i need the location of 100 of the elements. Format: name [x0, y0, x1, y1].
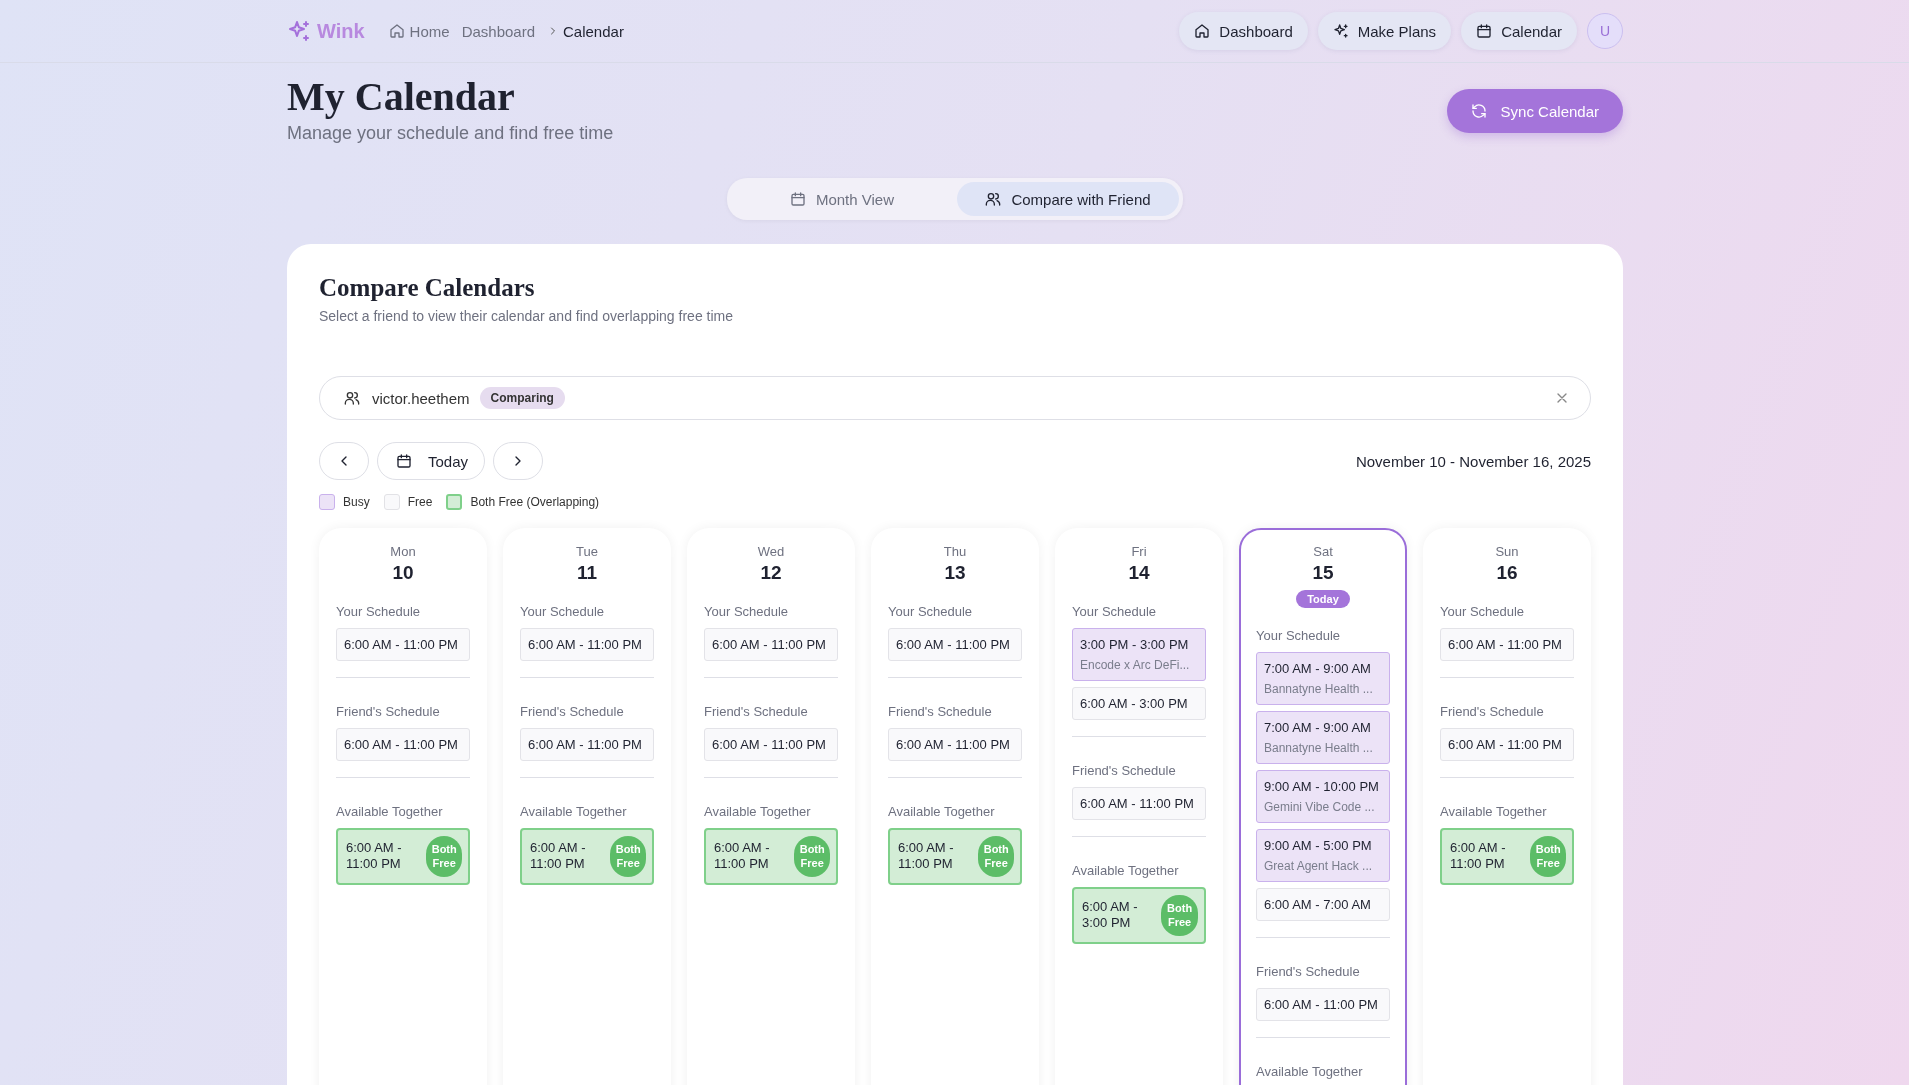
slot-time: 6:00 AM - 11:00 PM: [712, 737, 827, 752]
both-free-badge: Both Free: [794, 836, 830, 877]
section-subtitle: Select a friend to view their calendar and find overlapping free time: [319, 308, 734, 324]
legend-label: Both Free (Overlapping): [470, 495, 600, 509]
free-slot[interactable]: 6:00 AM - 11:00 PM: [1256, 988, 1390, 1021]
breadcrumb-link[interactable]: Home: [388, 22, 450, 40]
free-slot[interactable]: 6:00 AM - 11:00 PM: [888, 728, 1022, 761]
section-label: Friend's Schedule: [704, 704, 809, 719]
busy-slot[interactable]: 3:00 PM - 3:00 PM Encode x Arc DeFi...: [1072, 628, 1206, 681]
slot-time: 3:00 PM - 3:00 PM: [1080, 637, 1190, 652]
nav-button[interactable]: Calendar: [1461, 12, 1577, 50]
slot-time: 6:00 AM - 11:00 PM: [1264, 997, 1379, 1012]
shared-free-slot[interactable]: 6:00 AM - 11:00 PM Both Free: [888, 828, 1022, 885]
busy-slot[interactable]: 7:00 AM - 9:00 AM Bannatyne Health ...: [1256, 652, 1390, 705]
slot-time: 6:00 AM - 11:00 PM: [898, 840, 955, 873]
day-number: 10: [391, 562, 415, 584]
next-button[interactable]: [493, 442, 544, 480]
slot-time: 6:00 AM - 11:00 PM: [346, 840, 403, 873]
both-free-badge: Both Free: [978, 836, 1014, 877]
day-number: 12: [759, 562, 783, 584]
free-slot[interactable]: 6:00 AM - 11:00 PM: [336, 728, 470, 761]
slot-time: 6:00 AM - 11:00 PM: [528, 737, 643, 752]
home-icon: [1194, 23, 1211, 39]
section-label: Friend's Schedule: [1256, 964, 1361, 979]
busy-slot[interactable]: 9:00 AM - 5:00 PM Great Agent Hack ...: [1256, 829, 1390, 882]
free-slot[interactable]: 6:00 AM - 11:00 PM: [520, 628, 654, 661]
weekday: Sun: [1494, 544, 1520, 559]
section-label: Available Together: [888, 804, 996, 819]
slot-time: 9:00 AM - 10:00 PM: [1264, 779, 1380, 794]
day-number: 14: [1127, 562, 1151, 584]
weekday: Wed: [756, 544, 786, 559]
event-title: Gemini Vibe Code ...: [1264, 800, 1376, 814]
free-slot[interactable]: 6:00 AM - 11:00 PM: [1072, 787, 1206, 820]
section-label: Available Together: [1256, 1064, 1364, 1079]
free-slot[interactable]: 6:00 AM - 7:00 AM: [1256, 888, 1390, 921]
slot-time: 6:00 AM - 3:00 PM: [1082, 899, 1139, 932]
date-range: November 10 - November 16, 2025: [1355, 452, 1591, 470]
event-title: Great Agent Hack ...: [1264, 859, 1374, 873]
weekday: Sat: [1312, 544, 1334, 559]
calendar-icon: [1476, 23, 1493, 39]
free-slot[interactable]: 6:00 AM - 11:00 PM: [704, 628, 838, 661]
slot-time: 9:00 AM - 5:00 PM: [1264, 838, 1373, 853]
section-label: Available Together: [520, 804, 628, 819]
weekday: Thu: [942, 544, 968, 559]
section-label: Friend's Schedule: [888, 704, 993, 719]
section-label: Friend's Schedule: [336, 704, 441, 719]
page-subtitle: Manage your schedule and find free time: [287, 123, 614, 144]
legend-label: Free: [407, 495, 433, 509]
shared-free-slot[interactable]: 6:00 AM - 11:00 PM Both Free: [336, 828, 470, 885]
nav-button[interactable]: Make Plans: [1317, 12, 1452, 50]
legend-label: Busy: [343, 495, 370, 509]
nav-button[interactable]: Dashboard: [1179, 12, 1308, 50]
free-slot[interactable]: 6:00 AM - 11:00 PM: [888, 628, 1022, 661]
free-slot[interactable]: 6:00 AM - 3:00 PM: [1072, 687, 1206, 720]
slot-time: 6:00 AM - 11:00 PM: [896, 737, 1011, 752]
today-badge: Today: [1296, 590, 1350, 608]
section-label: Friend's Schedule: [520, 704, 625, 719]
busy-slot[interactable]: 9:00 AM - 10:00 PM Gemini Vibe Code ...: [1256, 770, 1390, 823]
view-tab[interactable]: Month View: [731, 182, 953, 216]
shared-free-slot[interactable]: 6:00 AM - 11:00 PM Both Free: [1440, 828, 1574, 885]
slot-time: 6:00 AM - 11:00 PM: [1080, 796, 1195, 811]
free-slot[interactable]: 6:00 AM - 11:00 PM: [1440, 628, 1574, 661]
shared-free-slot[interactable]: 6:00 AM - 11:00 PM Both Free: [704, 828, 838, 885]
slot-time: 6:00 AM - 7:00 AM: [1264, 897, 1372, 912]
previous-button[interactable]: [319, 442, 369, 480]
section-label: Available Together: [704, 804, 812, 819]
section-label: Available Together: [1440, 804, 1548, 819]
breadcrumb-link[interactable]: Dashboard: [461, 22, 535, 40]
day-number: 16: [1495, 562, 1519, 584]
slot-time: 6:00 AM - 11:00 PM: [530, 840, 587, 873]
section-label: Your Schedule: [520, 604, 606, 619]
legend-swatch: [319, 494, 335, 510]
friend-name: victor.heethem: [372, 389, 470, 407]
section-label: Your Schedule: [1256, 628, 1342, 643]
today-button[interactable]: Today: [377, 442, 486, 480]
event-title: Bannatyne Health ...: [1264, 741, 1374, 755]
slot-time: 6:00 AM - 11:00 PM: [896, 637, 1011, 652]
breadcrumb-link[interactable]: Calendar: [563, 22, 624, 40]
section-label: Your Schedule: [704, 604, 790, 619]
weekday: Fri: [1130, 544, 1148, 559]
event-title: Bannatyne Health ...: [1264, 682, 1374, 696]
busy-slot[interactable]: 7:00 AM - 9:00 AM Bannatyne Health ...: [1256, 711, 1390, 764]
slot-time: 6:00 AM - 3:00 PM: [1080, 696, 1189, 711]
slot-time: 7:00 AM - 9:00 AM: [1264, 720, 1372, 735]
home-icon: [388, 23, 405, 39]
view-tab[interactable]: Compare with Friend: [957, 182, 1179, 216]
free-slot[interactable]: 6:00 AM - 11:00 PM: [336, 628, 470, 661]
weekday: Mon: [389, 544, 417, 559]
status-badge: Comparing: [479, 387, 565, 409]
section-label: Your Schedule: [1440, 604, 1526, 619]
day-number: 15: [1311, 562, 1335, 584]
shared-free-slot[interactable]: 6:00 AM - 3:00 PM Both Free: [1072, 887, 1206, 944]
both-free-badge: Both Free: [426, 836, 462, 877]
both-free-badge: Both Free: [1161, 895, 1198, 936]
free-slot[interactable]: 6:00 AM - 11:00 PM: [1440, 728, 1574, 761]
legend-swatch: [446, 494, 463, 510]
shared-free-slot[interactable]: 6:00 AM - 11:00 PM Both Free: [520, 828, 654, 885]
free-slot[interactable]: 6:00 AM - 11:00 PM: [704, 728, 838, 761]
free-slot[interactable]: 6:00 AM - 11:00 PM: [520, 728, 654, 761]
sparkles-icon: [1332, 23, 1349, 39]
